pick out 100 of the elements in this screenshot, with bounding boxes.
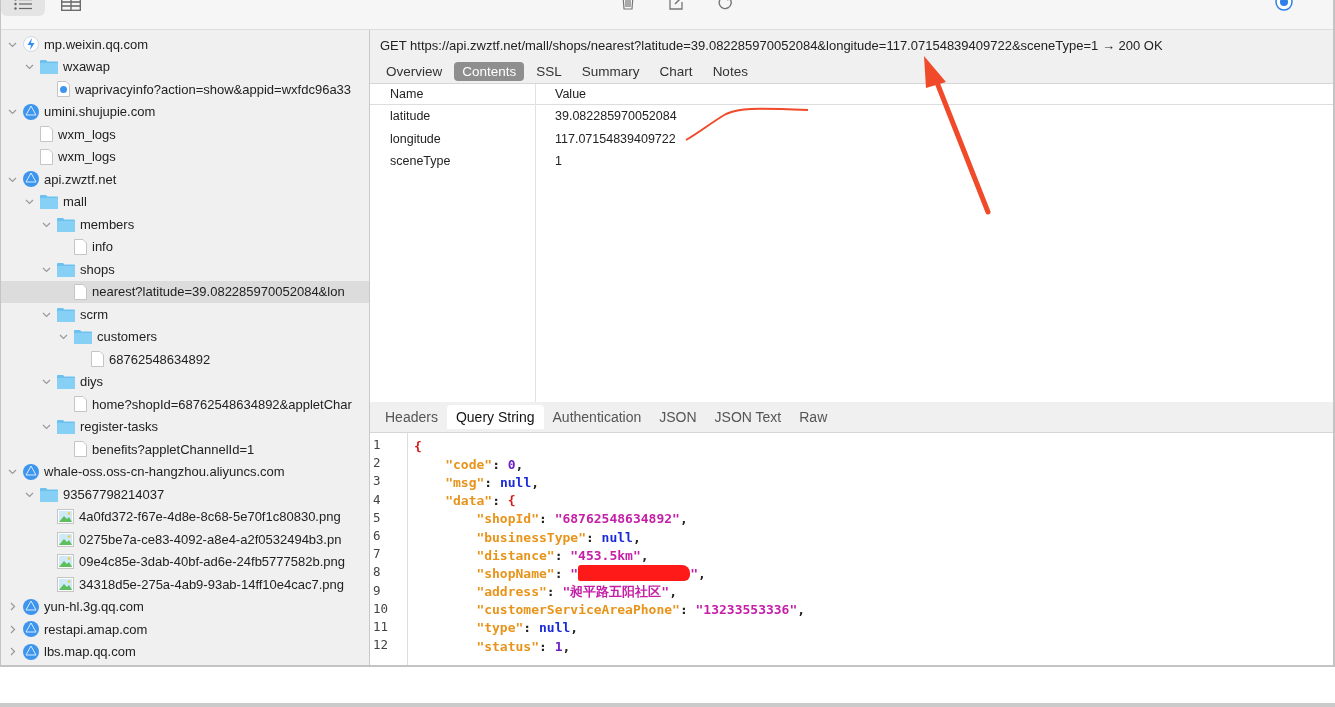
tree-item[interactable]: lbs.map.qq.com [1,640,369,663]
tree-item[interactable]: waprivacyinfo?action=show&appid=wxfdc96a33 [1,78,369,101]
tab[interactable]: Chart [651,62,701,81]
list-icon [14,0,32,10]
tab[interactable]: Raw [790,405,837,429]
chevron-icon[interactable] [7,467,17,477]
tab[interactable]: Notes [704,62,756,81]
line-number: 4 [372,491,382,509]
table-cell-text: longitude [389,130,442,148]
request-summary: GET https://api.zwztf.net/mall/shops/nearest?latitude=39.082285970052084&longitude=117.07154839409722&sceneType=1 → 200 OK [370,30,1333,60]
line-number: 3 [372,473,382,491]
tree-item[interactable]: wxm_logs [1,123,369,146]
chevron-icon[interactable] [24,197,34,207]
chevron-icon[interactable] [58,332,68,342]
tab[interactable]: Query String [446,405,544,429]
file-icon [74,283,87,300]
globe-icon [23,171,39,188]
line-number: 1 [372,437,382,454]
tab[interactable]: Summary [573,62,648,81]
file-icon [40,126,53,143]
code-line: { [414,437,423,456]
tab[interactable]: JSON Text [705,405,791,429]
folder-icon [74,329,92,345]
tree-item[interactable]: scrm [1,303,369,326]
code-line: "type": null, [475,619,580,638]
column-header: Value [535,84,1333,105]
tree-item[interactable]: 4a0fd372-f67e-4d8e-8c68-5e70f1c80830.png [1,505,369,528]
line-number: 9 [372,582,382,600]
tree-item[interactable]: diys [1,370,369,393]
globe-icon [23,643,39,660]
code-line: "shopId": "68762548634892", [475,510,689,528]
folder-icon [57,306,75,322]
tree-item[interactable]: wxawap [1,55,369,78]
globe-icon [23,103,39,120]
table-cell-text: 117.07154839409722 [554,130,677,148]
folder-icon [40,486,58,502]
tree-item[interactable]: api.zwztf.net [1,168,369,191]
edit-icon [669,0,685,10]
folder-icon [57,374,75,390]
column-header: Name [370,84,535,105]
tree-item[interactable]: shops [1,258,369,281]
tree-item[interactable]: nearest?latitude=39.082285970052084&lon [1,280,369,303]
tree-item[interactable]: mp.weixin.qq.com [1,33,369,56]
line-number: 6 [372,527,382,545]
folder-icon [40,59,58,75]
tab[interactable]: SSL [528,62,570,81]
trash-icon [621,0,635,10]
file-icon [74,238,87,255]
tree-item[interactable]: info [1,235,369,258]
globe-icon [23,463,39,480]
tree-item[interactable]: restapi.amap.com [1,618,369,641]
line-number: 10 [372,600,390,618]
folder-icon [57,419,75,435]
tree-item[interactable]: customers [1,325,369,348]
tree-item[interactable]: 93567798214037 [1,483,369,506]
tab[interactable]: Overview [378,62,451,81]
tree-item[interactable]: 68762548634892 [1,348,369,371]
file-icon [74,396,87,413]
tree-item[interactable]: wxm_logs [1,145,369,168]
image-icon [57,576,74,592]
tree-item[interactable]: register-tasks [1,415,369,438]
tree-item[interactable]: umini.shujupie.com [1,100,369,123]
image-icon [57,531,74,547]
tree-item[interactable]: 34318d5e-275a-4ab9-93ab-14ff10e4cac7.png [1,573,369,596]
table-cell-text: latitude [389,108,432,126]
lightning-icon [23,36,39,53]
image-icon [57,554,74,570]
code-line: "msg": null, [444,473,541,492]
tree-item[interactable]: 09e4c85e-3dab-40bf-ad6e-24fb5777582b.png [1,550,369,573]
chevron-icon[interactable] [41,377,51,387]
code-line: "customerServiceAreaPhone": "13233553336", [475,601,806,619]
refresh-icon [718,0,734,10]
file-icon [57,81,70,98]
line-number: 8 [372,564,382,582]
tab[interactable]: Headers [376,405,447,429]
tree-item[interactable]: yun-hl.3g.qq.com [1,595,369,618]
chevron-icon[interactable] [24,62,34,72]
folder-icon [57,261,75,277]
table-cell-text: sceneType [389,153,452,171]
tree-item[interactable]: 0275be7a-ce83-4092-a8e4-a2f0532494b3.pn [1,528,369,551]
line-number: 11 [372,618,390,636]
tree-item[interactable]: benefits?appletChannelId=1 [1,438,369,461]
code-line: "data": { [444,492,517,510]
chevron-icon[interactable] [41,422,51,432]
code-line: "status": 1, [475,637,572,656]
tab[interactable]: JSON [650,405,706,429]
code-line: "distance": "453.5km", [475,546,650,565]
file-icon [40,148,53,165]
globe-icon [23,598,39,615]
chevron-icon[interactable] [7,107,17,117]
line-number: 2 [372,455,382,473]
tree-item[interactable]: members [1,213,369,236]
line-number: 7 [372,546,382,564]
table-cell-text: 1 [554,153,563,171]
tree-item[interactable]: home?shopId=68762548634892&appletChar [1,393,369,416]
table-cell-text: 39.082285970052084 [554,108,678,126]
tree-item[interactable]: mall [1,190,369,213]
tab[interactable]: Authentication [543,405,651,429]
code-line: "address": "昶平路五阳社区", [475,582,678,601]
tree-item[interactable]: whale-oss.oss-cn-hangzhou.aliyuncs.com [1,460,369,483]
